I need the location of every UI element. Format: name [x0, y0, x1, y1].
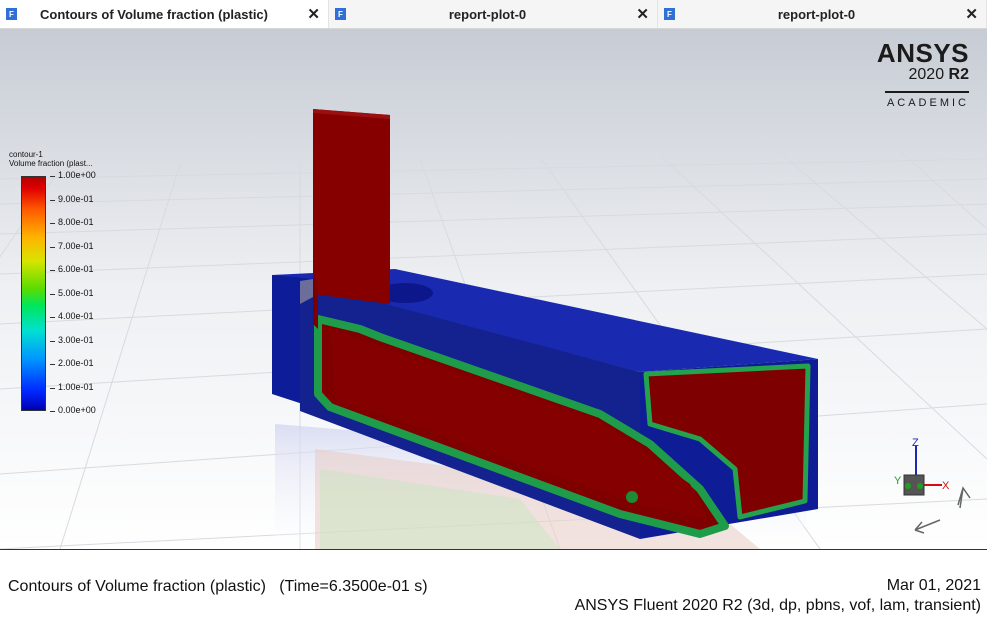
colormap-tick: [50, 176, 55, 177]
fluent-icon: F: [6, 8, 17, 20]
logo-divider: [885, 91, 969, 93]
colormap-name: contour-1: [9, 150, 43, 159]
tab-label: Contours of Volume fraction (plastic): [40, 6, 268, 22]
fluent-icon: F: [664, 8, 675, 20]
y-axis-label: Y: [894, 475, 902, 487]
colormap-label: 4.00e-01: [58, 311, 94, 321]
colormap-tick: [50, 199, 55, 201]
logo-edition: ACADEMIC: [886, 97, 969, 109]
colormap-label: 5.00e-01: [58, 287, 94, 298]
graphics-viewport[interactable]: [0, 29, 987, 549]
plot-title: Contours of Volume fraction (plastic) (T…: [8, 578, 428, 595]
colormap-label: 0.00e+00: [58, 405, 96, 415]
colormap-tick: [50, 387, 55, 389]
logo-version: 2020 R2: [877, 66, 970, 84]
colormap-tick: [50, 246, 55, 248]
logo-version-year: 2020: [908, 66, 945, 83]
close-icon[interactable]: ✕: [965, 5, 978, 23]
ansys-logo: ANSYS 2020 R2 ACADEMIC: [877, 40, 969, 109]
colormap-tick: [50, 270, 55, 271]
colormap-label: 7.00e-01: [58, 240, 94, 251]
colormap-bar: [21, 176, 46, 411]
tab-report-plot-1[interactable]: F report-plot-0 ✕: [329, 0, 658, 28]
solver-info: ANSYS Fluent 2020 R2 (3d, dp, pbns, vof,…: [574, 597, 981, 614]
logo-version-release: R2: [948, 66, 969, 83]
colormap-tick: [50, 411, 55, 412]
tab-label: report-plot-0: [777, 6, 856, 22]
axis-triad[interactable]: Z X Y: [880, 430, 980, 540]
colormap-label: 8.00e-01: [58, 217, 94, 227]
colormap-tick: [50, 340, 55, 342]
tab-strip: F Contours of Volume fraction (plastic) …: [0, 0, 987, 29]
colormap-label: 9.00e-01: [58, 193, 94, 204]
graphics-footer: Contours of Volume fraction (plastic) (T…: [0, 549, 987, 624]
colormap-variable: Volume fraction (plast...: [9, 159, 93, 168]
tab-report-plot-2[interactable]: F report-plot-0 ✕: [658, 0, 987, 28]
colormap-label: 3.00e-01: [58, 334, 94, 345]
tab-contours[interactable]: F Contours of Volume fraction (plastic) …: [0, 0, 329, 28]
colormap-tick: [50, 223, 55, 224]
logo-brand: ANSYS: [876, 38, 969, 68]
colormap-tick: [50, 364, 55, 365]
x-axis-label: X: [942, 480, 950, 492]
colormap-label: 1.00e+00: [58, 170, 96, 180]
colormap-label: 1.00e-01: [58, 381, 94, 392]
colormap-title: contour-1 Volume fraction (plast...: [9, 150, 93, 168]
plot-date: Mar 01, 2021: [886, 577, 981, 594]
colormap-tick: [50, 293, 55, 295]
colormap-label: 6.00e-01: [58, 264, 94, 274]
tab-label: report-plot-0: [448, 6, 527, 22]
colormap-label: 2.00e-01: [58, 358, 94, 368]
z-axis-label: Z: [912, 437, 919, 449]
colormap-tick: [50, 317, 55, 318]
scene-render: [0, 29, 987, 549]
fluent-icon: F: [335, 8, 346, 20]
close-icon[interactable]: ✕: [636, 5, 649, 23]
close-icon[interactable]: ✕: [307, 5, 320, 23]
